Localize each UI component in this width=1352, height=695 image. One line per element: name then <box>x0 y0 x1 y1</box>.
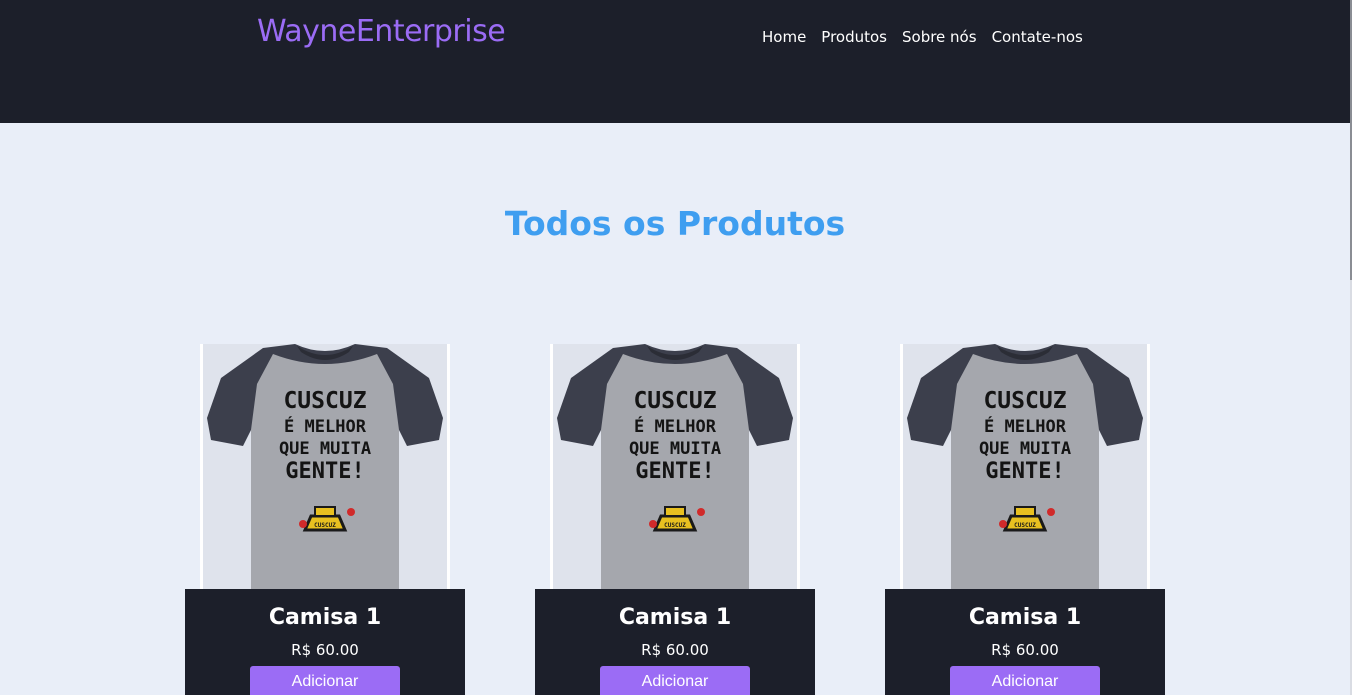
product-image[interactable]: CUSCUZ É MELHOR QUE MUITA GENTE! CUSCUZ <box>550 344 800 589</box>
svg-text:É MELHOR: É MELHOR <box>284 415 367 437</box>
tshirt-image: CUSCUZ É MELHOR QUE MUITA GENTE! CUSCUZ <box>207 344 443 589</box>
product-info: Camisa 1 R$ 60.00 Adicionar <box>885 589 1165 695</box>
site-header: WayneEnterprise Home Produtos Sobre nós … <box>0 0 1350 123</box>
product-card: CUSCUZ É MELHOR QUE MUITA GENTE! CUSCUZ … <box>535 344 815 695</box>
add-to-cart-button[interactable]: Adicionar <box>950 666 1100 695</box>
nav-home-link[interactable]: Home <box>762 28 806 46</box>
nav-produtos-link[interactable]: Produtos <box>821 28 887 46</box>
svg-text:CUSCUZ: CUSCUZ <box>314 522 336 529</box>
svg-text:CUSCUZ: CUSCUZ <box>283 388 366 414</box>
nav-contato-link[interactable]: Contate-nos <box>992 28 1083 46</box>
product-info: Camisa 1 R$ 60.00 Adicionar <box>535 589 815 695</box>
svg-text:É MELHOR: É MELHOR <box>634 415 717 437</box>
product-card: CUSCUZ É MELHOR QUE MUITA GENTE! CUSCUZ … <box>185 344 465 695</box>
nav-sobre-link[interactable]: Sobre nós <box>902 28 977 46</box>
svg-text:CUSCUZ: CUSCUZ <box>1014 522 1036 529</box>
product-price: R$ 60.00 <box>991 641 1059 659</box>
product-image[interactable]: CUSCUZ É MELHOR QUE MUITA GENTE! CUSCUZ <box>200 344 450 589</box>
product-name: Camisa 1 <box>268 605 382 630</box>
tshirt-image: CUSCUZ É MELHOR QUE MUITA GENTE! CUSCUZ <box>907 344 1143 589</box>
svg-text:GENTE!: GENTE! <box>985 459 1064 484</box>
svg-text:GENTE!: GENTE! <box>635 459 714 484</box>
product-name: Camisa 1 <box>618 605 732 630</box>
brand-logo[interactable]: WayneEnterprise <box>257 14 506 49</box>
add-to-cart-button[interactable]: Adicionar <box>250 666 400 695</box>
svg-text:QUE MUITA: QUE MUITA <box>279 439 371 459</box>
product-price: R$ 60.00 <box>641 641 709 659</box>
product-info: Camisa 1 R$ 60.00 Adicionar <box>185 589 465 695</box>
product-image[interactable]: CUSCUZ É MELHOR QUE MUITA GENTE! CUSCUZ <box>900 344 1150 589</box>
svg-text:CUSCUZ: CUSCUZ <box>664 522 686 529</box>
svg-text:CUSCUZ: CUSCUZ <box>983 388 1066 414</box>
svg-text:É MELHOR: É MELHOR <box>984 415 1067 437</box>
tshirt-image: CUSCUZ É MELHOR QUE MUITA GENTE! CUSCUZ <box>557 344 793 589</box>
main-nav: Home Produtos Sobre nós Contate-nos <box>762 28 1083 46</box>
svg-text:QUE MUITA: QUE MUITA <box>979 439 1071 459</box>
add-to-cart-button[interactable]: Adicionar <box>600 666 750 695</box>
product-price: R$ 60.00 <box>291 641 359 659</box>
svg-text:CUSCUZ: CUSCUZ <box>633 388 716 414</box>
product-card: CUSCUZ É MELHOR QUE MUITA GENTE! CUSCUZ … <box>885 344 1165 695</box>
svg-text:GENTE!: GENTE! <box>285 459 364 484</box>
svg-text:QUE MUITA: QUE MUITA <box>629 439 721 459</box>
page-title: Todos os Produtos <box>504 204 846 243</box>
product-name: Camisa 1 <box>968 605 1082 630</box>
